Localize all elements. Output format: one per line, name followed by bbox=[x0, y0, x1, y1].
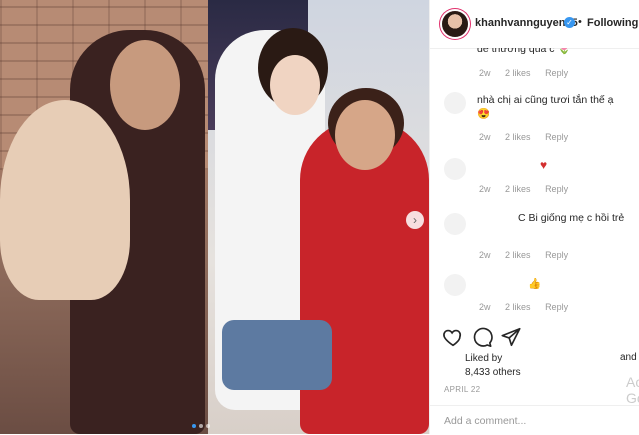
share-icon[interactable] bbox=[500, 326, 522, 348]
comment-likes[interactable]: 2 likes bbox=[505, 250, 531, 260]
comment-text: dễ thương quá c 🌷 bbox=[477, 48, 571, 55]
comment-meta: 2w 2 likes Reply bbox=[479, 250, 580, 260]
likes-prefix: Liked by bbox=[465, 353, 503, 364]
verified-icon: ✓ bbox=[564, 17, 575, 28]
next-arrow-icon[interactable]: › bbox=[406, 211, 424, 229]
comment-input[interactable]: Add a comment... bbox=[444, 415, 526, 427]
carousel-dot bbox=[192, 424, 196, 428]
likes-count[interactable]: 8,433 others bbox=[465, 366, 521, 380]
comment-age: 2w bbox=[479, 68, 491, 78]
post-header: khanhvannguyen25 ✓ • Following bbox=[430, 0, 639, 49]
carousel-dot bbox=[206, 424, 210, 428]
comment-text: nhà chị ai cũng tươi tắn thế ạ 😍 bbox=[477, 94, 614, 120]
comment-text: ♥ bbox=[540, 158, 548, 172]
comment-list: dễ thương quá c 🌷 2w 2 likes Reply nhà c… bbox=[430, 48, 639, 326]
add-comment-bar[interactable]: Add a comment... bbox=[430, 405, 639, 435]
likes-and: and bbox=[620, 352, 637, 363]
mother-face-right bbox=[335, 100, 395, 170]
reply-button[interactable]: Reply bbox=[545, 68, 568, 78]
comment-meta: 2w 2 likes Reply bbox=[479, 68, 580, 78]
comment-likes[interactable]: 2 likes bbox=[505, 184, 531, 194]
comment-avatar[interactable] bbox=[444, 213, 466, 235]
action-bar bbox=[430, 326, 639, 348]
heart-icon[interactable] bbox=[442, 326, 464, 348]
comment-avatar[interactable] bbox=[444, 92, 466, 114]
post-photo[interactable]: › bbox=[0, 0, 429, 434]
comment-likes[interactable]: 2 likes bbox=[505, 302, 531, 312]
carousel-dot bbox=[199, 424, 203, 428]
separator-dot: • bbox=[578, 16, 582, 28]
following-button[interactable]: Following bbox=[587, 17, 638, 29]
daughter-face bbox=[270, 55, 320, 115]
comment-meta: 2w 2 likes Reply bbox=[479, 302, 580, 312]
comment-age: 2w bbox=[479, 184, 491, 194]
comment-avatar[interactable] bbox=[444, 158, 466, 180]
reply-button[interactable]: Reply bbox=[545, 302, 568, 312]
comment-avatar[interactable] bbox=[444, 274, 466, 296]
likes-summary: Liked by 8,433 others bbox=[465, 352, 521, 380]
comment-likes[interactable]: 2 likes bbox=[505, 132, 531, 142]
reply-button[interactable]: Reply bbox=[545, 184, 568, 194]
comment-icon[interactable] bbox=[471, 326, 493, 348]
comment-age: 2w bbox=[479, 302, 491, 312]
carousel-dots bbox=[192, 424, 210, 428]
reply-button[interactable]: Reply bbox=[545, 132, 568, 142]
comment-text: C Bi giống mẹ c hồi trẻ bbox=[518, 212, 625, 224]
reply-button[interactable]: Reply bbox=[545, 250, 568, 260]
comment-meta: 2w 2 likes Reply bbox=[479, 132, 580, 142]
comment-text: 👍 bbox=[528, 278, 542, 290]
post-side-panel: khanhvannguyen25 ✓ • Following dễ thương… bbox=[429, 0, 639, 434]
comment-age: 2w bbox=[479, 132, 491, 142]
mother-face-left bbox=[110, 40, 180, 130]
avatar[interactable] bbox=[442, 11, 468, 37]
username[interactable]: khanhvannguyen25 bbox=[475, 17, 578, 29]
comment-meta: 2w 2 likes Reply bbox=[479, 184, 580, 194]
comment-likes[interactable]: 2 likes bbox=[505, 68, 531, 78]
comment-age: 2w bbox=[479, 250, 491, 260]
baby-figure bbox=[0, 100, 130, 300]
post-date[interactable]: APRIL 22 bbox=[444, 385, 480, 394]
activate-watermark: AcGo bbox=[626, 374, 639, 406]
jeans bbox=[222, 320, 332, 390]
